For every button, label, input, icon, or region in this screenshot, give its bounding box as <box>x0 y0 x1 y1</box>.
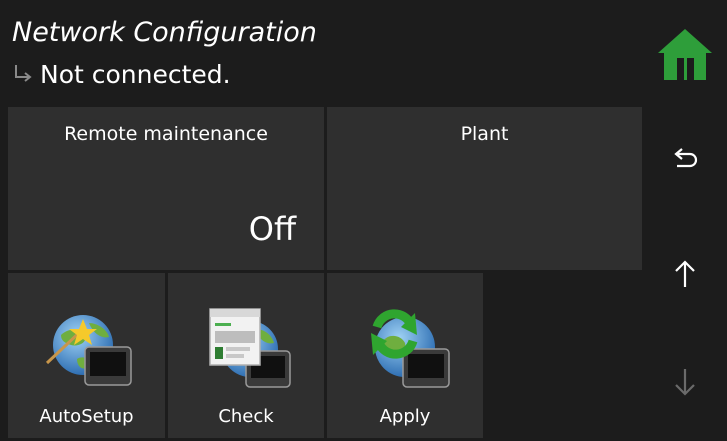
check-label: Check <box>218 406 274 427</box>
apply-button[interactable]: Apply <box>327 273 483 438</box>
apply-label: Apply <box>379 406 431 427</box>
sub-arrow-icon <box>15 65 32 82</box>
header: Network Configuration Not connected. <box>0 0 644 104</box>
autosetup-label: AutoSetup <box>39 406 134 427</box>
connection-status: Not connected. <box>40 59 231 89</box>
page-title: Network Configuration <box>12 17 317 48</box>
globe-terminal-refresh-icon <box>371 309 450 388</box>
autosetup-button[interactable]: AutoSetup <box>8 273 165 438</box>
connection-status-row: Not connected. <box>12 58 231 90</box>
remote-maintenance-tile[interactable]: Remote maintenance Off <box>8 107 324 270</box>
back-icon <box>674 148 698 168</box>
globe-terminal-screenshot-icon <box>209 308 291 388</box>
globe-terminal-star-icon <box>45 315 132 386</box>
scroll-up-button[interactable] <box>660 249 710 299</box>
network-configuration-screen: Network Configuration Not connected. Rem… <box>0 0 727 441</box>
home-icon <box>658 29 712 80</box>
plant-label: Plant <box>460 123 509 145</box>
plant-tile[interactable]: Plant <box>327 107 642 270</box>
home-button[interactable] <box>656 26 714 84</box>
arrow-down-icon <box>675 369 695 396</box>
arrow-up-icon <box>675 260 695 287</box>
check-button[interactable]: Check <box>168 273 324 438</box>
remote-maintenance-value: Off <box>248 210 296 248</box>
scroll-down-button[interactable] <box>660 357 710 407</box>
back-button[interactable] <box>660 136 710 186</box>
remote-maintenance-label: Remote maintenance <box>64 123 268 145</box>
